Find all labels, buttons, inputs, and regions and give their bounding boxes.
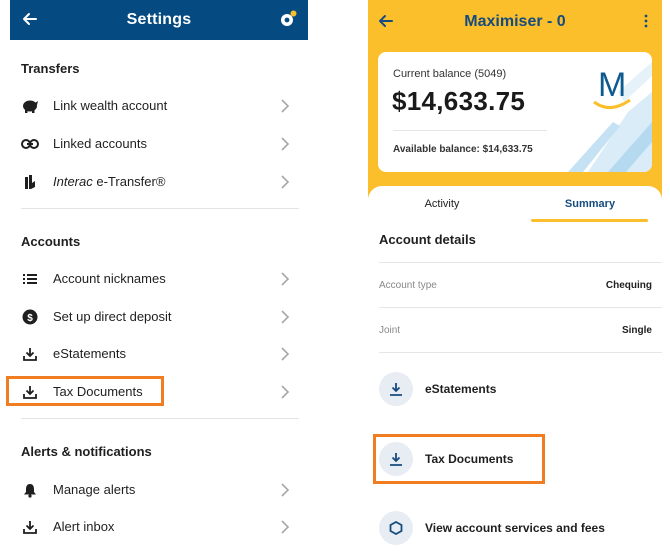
action-label: Tax Documents (425, 452, 514, 466)
link-icon (21, 135, 39, 153)
item-label: Manage alerts (53, 482, 136, 497)
section-divider (21, 208, 299, 209)
detail-value: Chequing (605, 280, 652, 291)
manage-alerts-item[interactable]: Manage alerts (10, 472, 308, 508)
account-details-title: Account details (379, 232, 476, 247)
alert-inbox-item[interactable]: Alert inbox (10, 509, 308, 545)
action-label: View account services and fees (425, 521, 605, 535)
etransfer-text: e-Transfer® (92, 174, 166, 189)
tab-activity[interactable]: Activity (382, 198, 502, 210)
linked-accounts-item[interactable]: Linked accounts (10, 126, 308, 162)
balance-divider (393, 130, 547, 131)
dollar-icon: $ (21, 308, 39, 326)
chevron-right-icon (281, 347, 290, 361)
account-header: Maximiser - 0 Current balance (5049) $14… (368, 0, 662, 200)
item-label: Linked accounts (53, 136, 147, 151)
chevron-right-icon (281, 483, 290, 497)
available-balance: Available balance: $14,633.75 (393, 144, 533, 155)
settings-header: Settings (10, 0, 308, 40)
download-icon (21, 345, 39, 363)
settings-screen: Settings Transfers Link wealth account L… (10, 0, 308, 551)
summary-sheet: Activity Summary Account details Account… (368, 186, 662, 551)
details-divider (379, 307, 662, 308)
detail-value: Single (621, 325, 652, 336)
download-icon (379, 442, 413, 476)
account-nicknames-item[interactable]: Account nicknames (10, 261, 308, 297)
detail-account-type: Account type Chequing (379, 280, 652, 300)
details-divider (379, 352, 662, 353)
list-icon (21, 270, 39, 288)
estatements-item[interactable]: eStatements (10, 336, 308, 372)
account-services-action[interactable]: View account services and fees (368, 506, 662, 550)
item-label: Interac e-Transfer® (53, 174, 165, 189)
tax-documents-item[interactable]: Tax Documents (10, 374, 308, 410)
details-divider (379, 262, 662, 263)
item-label: Account nicknames (53, 271, 166, 286)
chevron-right-icon (281, 272, 290, 286)
account-title: Maximiser - 0 (464, 13, 566, 30)
page-title: Settings (126, 11, 192, 28)
current-balance-label: Current balance (5049) (393, 68, 507, 80)
estatements-action[interactable]: eStatements (368, 367, 662, 411)
action-label: eStatements (425, 382, 497, 396)
interac-icon (21, 173, 39, 191)
tab-summary[interactable]: Summary (530, 198, 650, 210)
chevron-right-icon (281, 137, 290, 151)
download-icon (21, 518, 39, 536)
chevron-right-icon (281, 310, 290, 324)
detail-joint: Joint Single (379, 325, 652, 345)
item-label: Set up direct deposit (53, 309, 172, 324)
brand-logo-art: M (568, 62, 652, 172)
piggy-bank-icon (21, 97, 39, 115)
chevron-right-icon (281, 520, 290, 534)
chevron-right-icon (281, 99, 290, 113)
bell-icon (21, 481, 39, 499)
balance-card: Current balance (5049) $14,633.75 Availa… (378, 52, 652, 172)
detail-key: Account type (379, 280, 437, 291)
item-label: eStatements (53, 346, 126, 361)
detail-key: Joint (379, 325, 401, 336)
download-icon (21, 383, 39, 401)
tax-documents-action[interactable]: Tax Documents (368, 437, 662, 481)
account-screen: Maximiser - 0 Current balance (5049) $14… (368, 0, 662, 551)
section-title-transfers: Transfers (21, 61, 80, 76)
logo-m-glyph: M (598, 66, 626, 104)
section-title-alerts: Alerts & notifications (21, 444, 152, 459)
section-divider (21, 418, 299, 419)
item-label: Link wealth account (53, 98, 168, 113)
item-label: Alert inbox (53, 519, 115, 534)
interac-etransfer-item[interactable]: Interac e-Transfer® (10, 164, 308, 200)
hexagon-icon (379, 511, 413, 545)
more-vertical-icon[interactable] (640, 11, 652, 31)
chevron-right-icon (281, 385, 290, 399)
svg-text:$: $ (27, 313, 33, 324)
direct-deposit-item[interactable]: $ Set up direct deposit (10, 299, 308, 335)
link-wealth-account-item[interactable]: Link wealth account (10, 88, 308, 124)
item-label: Tax Documents (53, 384, 143, 399)
tab-active-indicator (531, 219, 648, 222)
chevron-right-icon (281, 175, 290, 189)
download-icon (379, 372, 413, 406)
section-title-accounts: Accounts (21, 234, 81, 249)
current-balance-amount: $14,633.75 (392, 86, 526, 116)
interac-brand-text: Interac (53, 174, 93, 189)
notification-settings-icon[interactable] (278, 9, 298, 29)
